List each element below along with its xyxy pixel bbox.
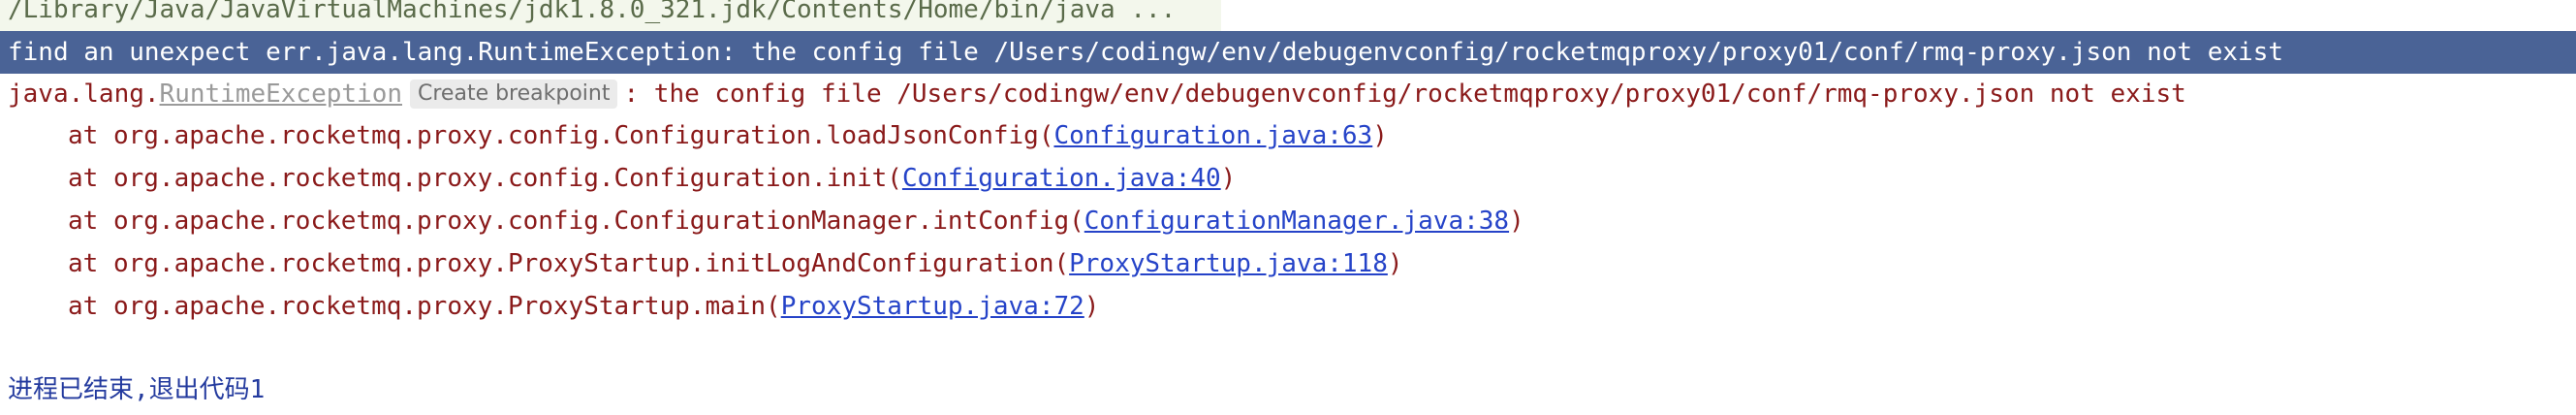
source-link[interactable]: ConfigurationManager.java:38 xyxy=(1084,207,1509,236)
stack-frame: at org.apache.rocketmq.proxy.config.Conf… xyxy=(0,200,2576,242)
exception-line: java.lang.RuntimeException Create breakpo… xyxy=(0,73,2576,115)
stack-frame-method: at org.apache.rocketmq.proxy.ProxyStartu… xyxy=(68,292,781,321)
exception-message: : the config file /Users/codingw/env/deb… xyxy=(623,80,2186,109)
stack-frame-method: at org.apache.rocketmq.proxy.config.Conf… xyxy=(68,164,902,193)
source-link[interactable]: Configuration.java:63 xyxy=(1053,121,1372,150)
stack-frame-method: at org.apache.rocketmq.proxy.config.Conf… xyxy=(68,121,1054,150)
run-console-output[interactable]: /Library/Java/JavaVirtualMachines/jdk1.8… xyxy=(0,0,2576,415)
stack-frame: at org.apache.rocketmq.proxy.config.Conf… xyxy=(0,157,2576,200)
source-link[interactable]: Configuration.java:40 xyxy=(902,164,1221,193)
create-breakpoint-button[interactable]: Create breakpoint xyxy=(410,80,618,109)
stack-frame-close: ) xyxy=(1509,207,1524,236)
command-line: /Library/Java/JavaVirtualMachines/jdk1.8… xyxy=(0,0,1221,31)
source-link[interactable]: ProxyStartup.java:72 xyxy=(781,292,1084,321)
stack-frame-method: at org.apache.rocketmq.proxy.ProxyStartu… xyxy=(68,249,1070,278)
stack-frame-close: ) xyxy=(1372,121,1388,150)
stack-frame-close: ) xyxy=(1084,292,1100,321)
stack-frame: at org.apache.rocketmq.proxy.ProxyStartu… xyxy=(0,285,2576,328)
exception-package: java.lang. xyxy=(8,80,160,109)
stack-frame: at org.apache.rocketmq.proxy.config.Conf… xyxy=(0,114,2576,157)
source-link[interactable]: ProxyStartup.java:118 xyxy=(1069,249,1388,278)
stack-frame-method: at org.apache.rocketmq.proxy.config.Conf… xyxy=(68,207,1084,236)
process-exit-message: 进程已结束,退出代码1 xyxy=(8,375,266,404)
stack-frame: at org.apache.rocketmq.proxy.ProxyStartu… xyxy=(0,242,2576,285)
stack-frame-close: ) xyxy=(1387,249,1403,278)
exception-class-link[interactable]: RuntimeException xyxy=(160,80,402,109)
selected-error-line[interactable]: find an unexpect err.java.lang.RuntimeEx… xyxy=(0,31,2576,74)
stack-frame-close: ) xyxy=(1220,164,1237,193)
